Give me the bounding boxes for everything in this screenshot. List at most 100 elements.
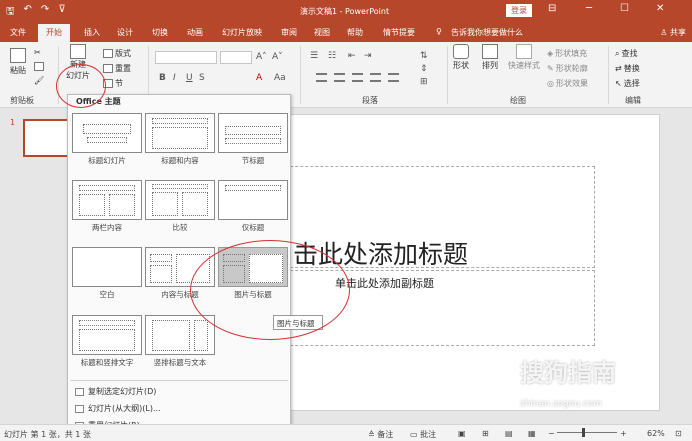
shapes-button[interactable]: 形状: [453, 44, 469, 71]
font-color-icon[interactable]: A: [256, 73, 262, 83]
tab-home[interactable]: 开始: [38, 24, 70, 42]
cut-icon[interactable]: ✂: [34, 48, 41, 57]
quick-styles-button[interactable]: 快速样式: [508, 44, 540, 71]
tab-review[interactable]: 审阅: [281, 27, 297, 38]
align-right-icon[interactable]: [352, 73, 363, 82]
fit-slide-icon[interactable]: ⊡: [675, 429, 682, 438]
tab-animations[interactable]: 动画: [187, 27, 203, 38]
cursor-icon: ↖: [615, 79, 622, 88]
layout-label: 标题和内容: [161, 156, 199, 165]
shadow-icon[interactable]: S: [199, 73, 205, 83]
align-left-icon[interactable]: [316, 73, 327, 82]
tab-insert[interactable]: 插入: [84, 27, 100, 38]
maximize-icon[interactable]: ☐: [620, 3, 629, 14]
layout-blank[interactable]: [72, 247, 142, 287]
columns-icon[interactable]: [388, 73, 399, 82]
save-icon[interactable]: 🖫: [6, 4, 15, 21]
underline-icon[interactable]: U: [186, 73, 193, 83]
layout-label: 仅标题: [241, 223, 265, 232]
editing-group-label: 编辑: [625, 96, 641, 105]
layout-title-content[interactable]: [145, 113, 215, 153]
duplicate-slides-item[interactable]: 复制选定幻灯片(D): [75, 386, 156, 397]
layout-label: 节标题: [241, 156, 265, 165]
normal-view-icon[interactable]: ▣: [458, 429, 466, 438]
tab-help[interactable]: 帮助: [347, 27, 363, 38]
copy-icon[interactable]: [34, 62, 44, 71]
arrange-button[interactable]: 排列: [482, 44, 498, 71]
tab-view[interactable]: 视图: [314, 27, 330, 38]
align-center-icon[interactable]: [334, 73, 345, 82]
notes-button[interactable]: ≙ 备注: [368, 429, 393, 440]
replace-icon: ⇄: [615, 64, 622, 73]
close-icon[interactable]: ✕: [656, 3, 664, 14]
find-button[interactable]: ⌕ 查找: [615, 48, 637, 59]
section-button[interactable]: 节: [103, 78, 123, 89]
zoom-in-icon[interactable]: +: [620, 429, 627, 438]
tell-me-search[interactable]: 告诉我你想要做什么: [451, 27, 523, 38]
tab-transitions[interactable]: 切换: [152, 27, 168, 38]
select-button[interactable]: ↖ 选择: [615, 78, 640, 89]
italic-icon[interactable]: I: [173, 73, 176, 83]
ribbon-display-icon[interactable]: ⊟: [548, 3, 556, 14]
shape-effect-label: 形状效果: [555, 79, 588, 88]
zoom-slider[interactable]: [557, 432, 617, 433]
undo-icon[interactable]: ↶: [24, 4, 32, 21]
zoom-level[interactable]: 62%: [647, 429, 665, 438]
layout-title-only[interactable]: [218, 180, 288, 220]
font-size-select[interactable]: [220, 51, 252, 64]
bold-icon[interactable]: B: [159, 73, 166, 83]
comments-button[interactable]: ▭ 批注: [410, 429, 436, 440]
replace-button[interactable]: ⇄ 替换: [615, 63, 640, 74]
numbering-icon[interactable]: ☷: [328, 51, 336, 61]
layout-two-content[interactable]: [72, 180, 142, 220]
annotation-circle: [190, 240, 350, 340]
zoom-out-icon[interactable]: −: [548, 429, 555, 438]
shape-fill-button[interactable]: ◈ 形状填充: [547, 48, 587, 59]
tab-design[interactable]: 设计: [117, 27, 133, 38]
select-label: 选择: [623, 79, 640, 88]
slides-from-outline-item[interactable]: 幻灯片(从大纲)(L)...: [75, 403, 161, 414]
tab-file[interactable]: 文件: [10, 27, 26, 38]
paste-icon: [10, 48, 26, 63]
window-title: 演示文稿1 - PowerPoint: [300, 7, 390, 16]
shape-outline-button[interactable]: ✎ 形状轮廓: [547, 63, 588, 74]
outdent-icon[interactable]: ⇥: [364, 51, 372, 61]
tab-storyboard[interactable]: 情节提要: [383, 27, 415, 38]
layout-vertical-title-text[interactable]: [145, 315, 215, 355]
login-button[interactable]: 登录: [506, 4, 532, 17]
justify-icon[interactable]: [370, 73, 381, 82]
shape-effect-button[interactable]: ◎ 形状效果: [547, 78, 588, 89]
layout-label: 空白: [99, 290, 115, 299]
case-icon[interactable]: Aa: [274, 73, 286, 83]
paste-button[interactable]: 粘贴: [10, 48, 26, 76]
share-button[interactable]: ♙ 共享: [660, 27, 686, 38]
effect-icon: ◎: [547, 79, 554, 88]
bullets-icon[interactable]: ☰: [310, 51, 318, 61]
layout-title-slide[interactable]: [72, 113, 142, 153]
minimize-icon[interactable]: ─: [586, 3, 592, 14]
slide-thumbnail[interactable]: [23, 119, 69, 157]
layout-label: 两栏内容: [92, 223, 122, 232]
layout-comparison[interactable]: [145, 180, 215, 220]
smartart-icon[interactable]: ⊞: [420, 77, 428, 87]
align-text-icon[interactable]: ⇕: [420, 64, 428, 74]
shape-outline-label: 形状轮廓: [555, 64, 588, 73]
layout-section-header[interactable]: [218, 113, 288, 153]
layout-title-vertical-text[interactable]: [72, 315, 142, 355]
grow-font-icon[interactable]: A˄: [256, 52, 267, 62]
font-family-select[interactable]: [155, 51, 217, 64]
slideshow-view-icon[interactable]: ▦: [528, 429, 536, 438]
zoom-slider-thumb[interactable]: [582, 428, 585, 437]
reset-button[interactable]: 重置: [103, 63, 131, 74]
redo-icon[interactable]: ↷: [41, 4, 49, 21]
indent-icon[interactable]: ⇤: [348, 51, 356, 61]
reading-view-icon[interactable]: ▤: [505, 429, 513, 438]
watermark-url: zhinan.sogou.com: [520, 399, 602, 409]
sorter-view-icon[interactable]: ⊞: [482, 429, 489, 438]
tab-slideshow[interactable]: 幻灯片放映: [222, 27, 262, 38]
shrink-font-icon[interactable]: A˅: [272, 52, 283, 62]
layout-button[interactable]: 版式: [103, 48, 131, 59]
customize-icon[interactable]: ⊽: [58, 4, 65, 21]
format-painter-icon[interactable]: 🖌: [34, 76, 44, 85]
text-direction-icon[interactable]: ⇅: [420, 51, 428, 61]
